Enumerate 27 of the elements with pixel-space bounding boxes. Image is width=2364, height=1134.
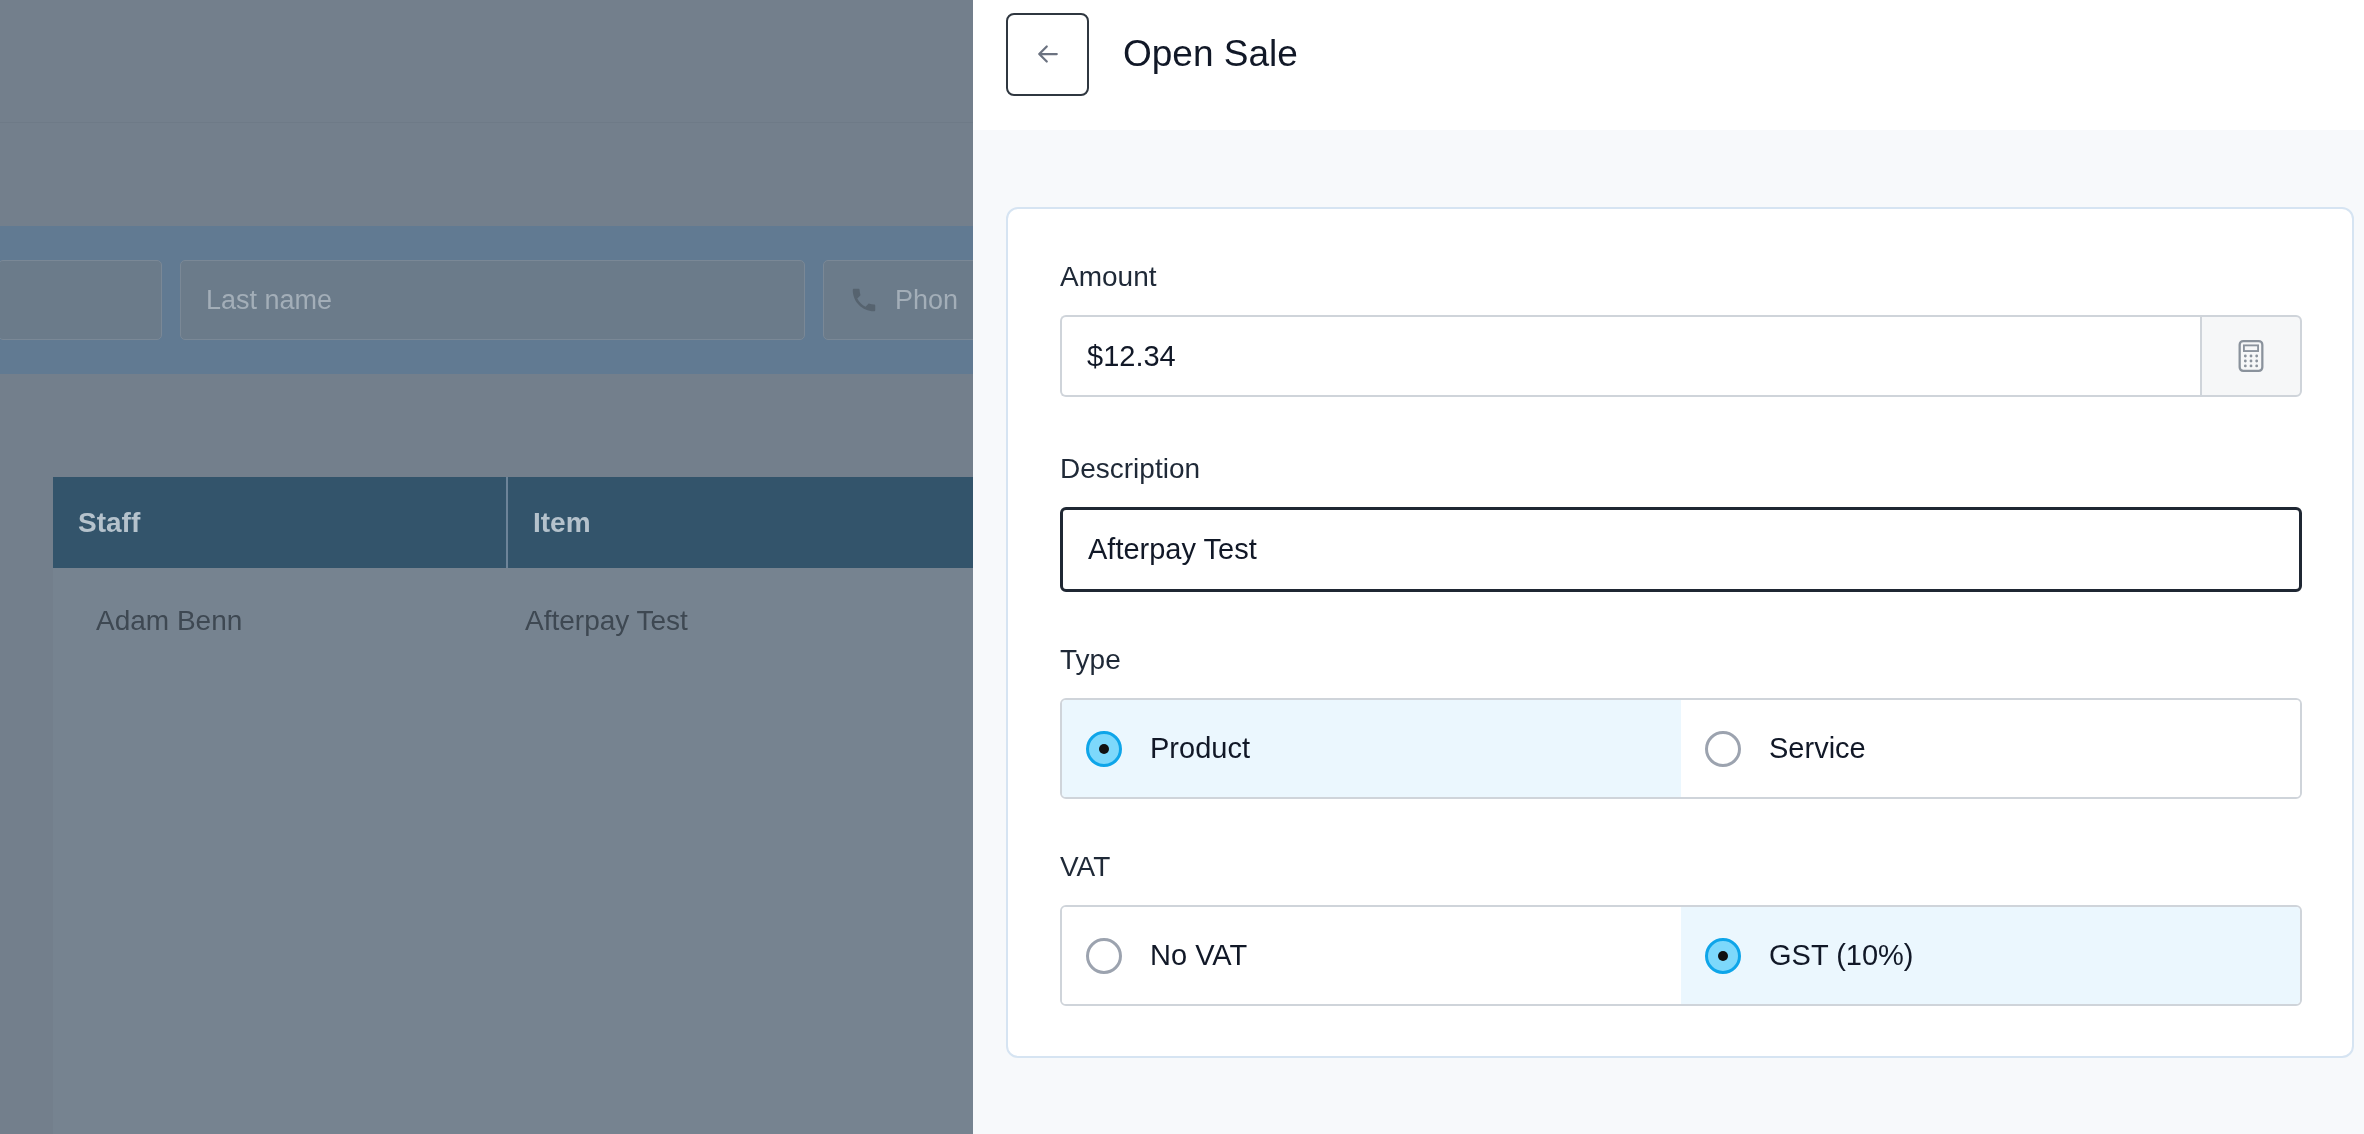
search-field[interactable]	[0, 260, 162, 340]
radio-button[interactable]	[1086, 730, 1122, 767]
placeholder-text: Last name	[205, 284, 333, 316]
field-label: VAT	[1060, 851, 1112, 883]
description-field[interactable]: Afterpay Test	[1060, 507, 2302, 592]
calculator-button[interactable]	[2200, 315, 2302, 397]
field-label: Type	[1060, 644, 1122, 676]
back-button[interactable]	[1006, 12, 1089, 96]
option-label: GST (10%)	[1769, 939, 1914, 972]
field-label: Description	[1060, 453, 1202, 485]
table-cell-text: Adam Benn	[95, 605, 244, 637]
table-cell: Afterpay Test	[525, 605, 688, 637]
option-label: Product	[1150, 732, 1250, 765]
amount-field[interactable]: $12.34	[1060, 315, 2200, 397]
panel-title: Open Sale	[1123, 33, 1298, 75]
field-label: Amount	[1060, 261, 1158, 293]
radio-button[interactable]	[1086, 937, 1122, 974]
calculator-icon	[2236, 339, 2266, 373]
radio-option[interactable]: Product	[1062, 700, 1681, 797]
radio-option[interactable]: GST (10%)	[1681, 907, 2300, 1004]
radio-button[interactable]	[1705, 730, 1741, 767]
column-header: Item	[532, 505, 592, 540]
option-label: Service	[1769, 732, 1866, 765]
placeholder-text: Phon	[895, 284, 959, 316]
column-header: Staff	[53, 477, 508, 568]
radio-button[interactable]	[1705, 937, 1741, 974]
option-label: No VAT	[1150, 939, 1248, 972]
